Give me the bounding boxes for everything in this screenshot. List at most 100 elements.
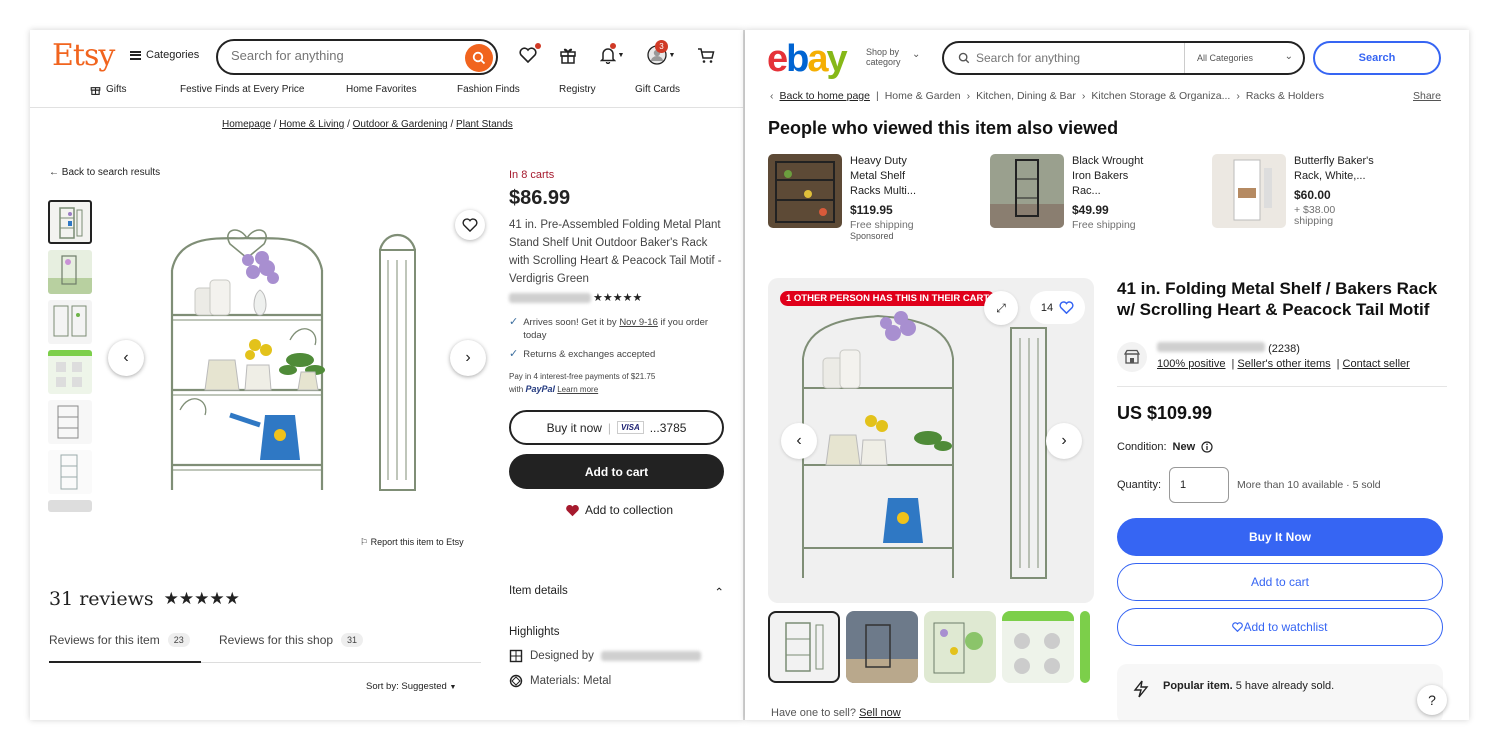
shop-name-blurred[interactable] bbox=[509, 292, 591, 303]
condition-label: Condition: bbox=[1117, 441, 1167, 453]
etsy-buy-box: In 8 carts $86.99 41 in. Pre-Assembled F… bbox=[509, 169, 729, 517]
add-to-watchlist-button[interactable]: Add to watchlist bbox=[1117, 608, 1443, 646]
back-to-results-link[interactable]: ← Back to search results bbox=[49, 167, 160, 178]
lightning-icon bbox=[1133, 680, 1149, 698]
have-one-label: Have one to sell? bbox=[771, 707, 856, 719]
nav-gifts[interactable]: Gifts bbox=[90, 84, 180, 107]
account-button[interactable]: 3 ▼ bbox=[645, 40, 677, 66]
help-button[interactable]: ? bbox=[1417, 685, 1447, 715]
breadcrumb-storage[interactable]: Kitchen Storage & Organiza... bbox=[1091, 90, 1230, 102]
thumbnail[interactable] bbox=[48, 400, 92, 444]
chevron-left-icon: ‹ bbox=[796, 432, 802, 449]
breadcrumb-home-living[interactable]: Home & Living bbox=[279, 119, 344, 130]
nav-registry[interactable]: Registry bbox=[559, 84, 635, 107]
dimensions-thumbnail-image bbox=[53, 305, 87, 337]
etsy-search-input[interactable] bbox=[231, 48, 451, 63]
quantity-input[interactable]: 1 bbox=[1169, 467, 1230, 503]
breadcrumb-homepage[interactable]: Homepage bbox=[222, 119, 271, 130]
gallery-thumbnail[interactable] bbox=[846, 611, 918, 683]
next-image-button[interactable]: › bbox=[450, 340, 486, 376]
thumbnail[interactable] bbox=[48, 500, 92, 512]
categories-menu[interactable]: Categories bbox=[130, 49, 199, 61]
ebay-logo[interactable]: ebay bbox=[767, 38, 848, 81]
breadcrumb-outdoor[interactable]: Outdoor & Gardening bbox=[353, 119, 448, 130]
add-to-cart-button[interactable]: Add to cart bbox=[1117, 563, 1443, 601]
nav-fashion-finds[interactable]: Fashion Finds bbox=[457, 84, 559, 107]
also-viewed-card[interactable]: Butterfly Baker's Rack, White,... $60.00… bbox=[1212, 154, 1434, 241]
cart-watch-flag: 1 OTHER PERSON HAS THIS IN THEIR CART bbox=[780, 291, 996, 306]
seller-name-blurred[interactable] bbox=[1157, 342, 1265, 352]
watch-count-button[interactable]: 14 bbox=[1030, 291, 1085, 324]
breadcrumb-kitchen[interactable]: Kitchen, Dining & Bar bbox=[976, 90, 1076, 102]
favorites-button[interactable] bbox=[517, 43, 541, 66]
add-to-collection-button[interactable]: Add to collection bbox=[509, 503, 729, 517]
positive-feedback-link[interactable]: 100% positive bbox=[1157, 358, 1226, 370]
gallery-thumbnail[interactable] bbox=[768, 611, 840, 683]
prev-image-button[interactable]: ‹ bbox=[108, 340, 144, 376]
card-title: Butterfly Baker's Rack, White,... bbox=[1294, 155, 1374, 182]
gift-button[interactable] bbox=[557, 44, 579, 66]
paypal-installments: Pay in 4 interest-free payments of $21.7… bbox=[509, 371, 729, 396]
etsy-logo[interactable]: Etsy bbox=[52, 38, 115, 73]
nav-festive[interactable]: Festive Finds at Every Price bbox=[180, 84, 346, 107]
contact-seller-link[interactable]: Contact seller bbox=[1343, 358, 1410, 370]
also-viewed-card[interactable]: Heavy Duty Metal Shelf Racks Multi... $1… bbox=[768, 154, 990, 241]
design-tool-icon bbox=[509, 649, 523, 663]
also-viewed-card[interactable]: Black Wrought Iron Bakers Rac... $49.99 … bbox=[990, 154, 1212, 241]
chevron-down-icon: ⌄ bbox=[1284, 51, 1293, 62]
next-image-button[interactable]: › bbox=[1046, 423, 1082, 459]
report-item-link[interactable]: ⚐ Report this item to Etsy bbox=[360, 537, 464, 548]
add-to-cart-button[interactable]: Add to cart bbox=[509, 454, 724, 489]
highlights-heading: Highlights bbox=[509, 626, 560, 638]
star-rating: ★★★★★ bbox=[593, 292, 643, 304]
favorite-button[interactable] bbox=[455, 210, 485, 240]
quantity-label: Quantity: bbox=[1117, 479, 1162, 491]
sort-dropdown[interactable]: Sort by: Suggested ▼ bbox=[366, 681, 456, 692]
info-icon[interactable] bbox=[1201, 441, 1213, 453]
arrives-date-link[interactable]: Nov 9-16 bbox=[619, 317, 658, 328]
breadcrumb-racks[interactable]: Racks & Holders bbox=[1246, 90, 1324, 102]
seller-other-items-link[interactable]: Seller's other items bbox=[1237, 358, 1330, 370]
ebay-search-bar: All Categories ⌄ bbox=[942, 41, 1305, 75]
gallery-thumbnail[interactable] bbox=[1002, 611, 1074, 683]
gallery-thumbnail[interactable] bbox=[924, 611, 996, 683]
breadcrumb-plant-stands[interactable]: Plant Stands bbox=[456, 119, 513, 130]
breadcrumb-home-garden[interactable]: Home & Garden bbox=[885, 90, 961, 102]
materials-icon bbox=[509, 674, 523, 688]
ebay-search-input[interactable] bbox=[976, 51, 1176, 65]
etsy-search-button[interactable] bbox=[465, 44, 493, 72]
gallery-thumbnail[interactable] bbox=[1080, 611, 1090, 683]
etsy-product-title: 41 in. Pre-Assembled Folding Metal Plant… bbox=[509, 219, 722, 285]
arrives-label: Arrives soon! Get it by bbox=[523, 317, 617, 328]
all-categories-select[interactable]: All Categories ⌄ bbox=[1184, 43, 1305, 73]
buy-it-now-button[interactable]: Buy It Now bbox=[1117, 518, 1443, 556]
back-home-link[interactable]: Back to home page bbox=[780, 90, 870, 102]
share-link[interactable]: Share bbox=[1413, 90, 1441, 102]
notifications-button[interactable]: ▼ bbox=[597, 43, 627, 66]
cart-button[interactable] bbox=[695, 44, 717, 66]
gift-icon bbox=[560, 48, 576, 64]
expand-image-button[interactable]: ⤢ bbox=[984, 291, 1018, 325]
features-thumbnail-image bbox=[48, 350, 92, 387]
thumbnail[interactable] bbox=[48, 250, 92, 294]
tab-reviews-item[interactable]: Reviews for this item 23 bbox=[49, 633, 201, 663]
thumbnail[interactable] bbox=[48, 350, 92, 394]
ebay-price: US $109.99 bbox=[1117, 403, 1213, 423]
thumbnail[interactable] bbox=[48, 300, 92, 344]
reviews-count: 31 reviews bbox=[49, 588, 154, 610]
tab-reviews-item-label: Reviews for this item bbox=[49, 633, 160, 647]
nav-gift-cards[interactable]: Gift Cards bbox=[635, 84, 705, 107]
ebay-search-button[interactable]: Search bbox=[1313, 41, 1441, 75]
prev-image-button[interactable]: ‹ bbox=[781, 423, 817, 459]
sell-now-link[interactable]: Sell now bbox=[859, 707, 901, 719]
thumbnail[interactable] bbox=[48, 200, 92, 244]
nav-home-favorites[interactable]: Home Favorites bbox=[346, 84, 457, 107]
card-last-digits: ...3785 bbox=[649, 420, 687, 435]
item-details-toggle[interactable]: Item details ⌃ bbox=[509, 585, 724, 599]
learn-more-link[interactable]: Learn more bbox=[557, 385, 598, 394]
thumbnail[interactable] bbox=[48, 450, 92, 494]
buy-it-now-button[interactable]: Buy it now | VISA ...3785 bbox=[509, 410, 724, 445]
tab-reviews-shop[interactable]: Reviews for this shop 31 bbox=[219, 633, 364, 663]
breadcrumb-sep: | bbox=[875, 90, 879, 102]
shop-by-category[interactable]: Shop by category ⌄ bbox=[866, 47, 920, 67]
